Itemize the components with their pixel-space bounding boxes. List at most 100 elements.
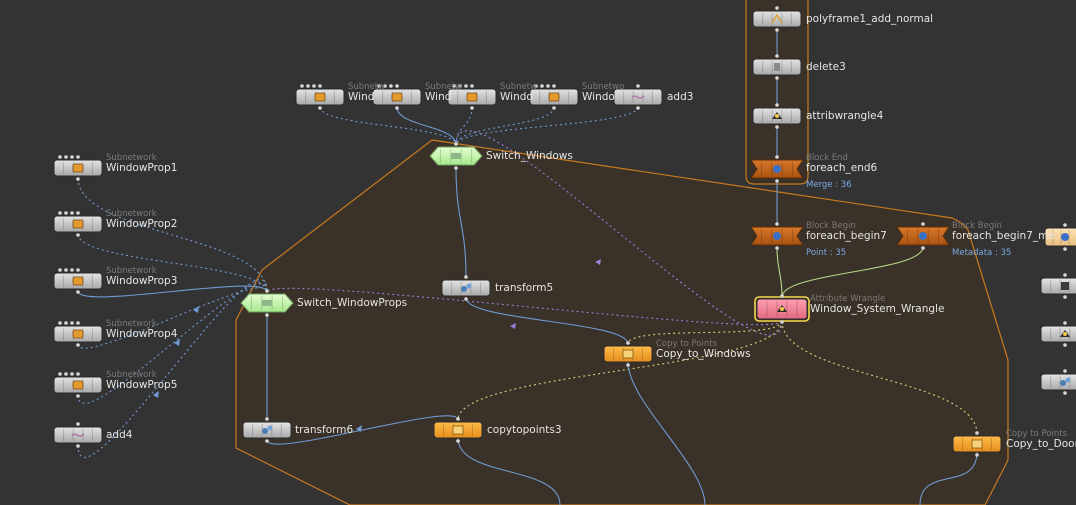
node-Wind_1[interactable] [295, 84, 345, 110]
input-connector[interactable] [70, 211, 74, 215]
input-connector[interactable] [64, 211, 68, 215]
input-connector[interactable] [775, 54, 779, 58]
wire-Wind_2-to-Switch_Windows[interactable] [396, 106, 457, 146]
input-connector[interactable] [780, 294, 784, 298]
node-add4[interactable] [53, 422, 103, 448]
input-connector[interactable] [58, 268, 62, 272]
output-connector[interactable] [636, 106, 640, 110]
output-connector[interactable] [76, 290, 80, 294]
input-connector[interactable] [1063, 369, 1067, 373]
output-connector[interactable] [775, 28, 779, 32]
node-right_4[interactable] [1040, 369, 1076, 395]
output-connector[interactable] [975, 453, 979, 457]
node-WindowProp4[interactable] [53, 321, 103, 347]
node-body-right_4[interactable] [1040, 373, 1076, 391]
node-body-polyframe1_add_normal[interactable] [752, 10, 802, 28]
input-connector[interactable] [775, 155, 779, 159]
input-connector[interactable] [76, 211, 80, 215]
output-connector[interactable] [456, 439, 460, 443]
input-connector[interactable] [76, 268, 80, 272]
input-connector[interactable] [389, 84, 393, 88]
input-connector[interactable] [454, 142, 458, 146]
input-connector[interactable] [552, 84, 556, 88]
input-connector[interactable] [265, 289, 269, 293]
input-connector[interactable] [58, 372, 62, 376]
output-connector[interactable] [775, 76, 779, 80]
input-connector[interactable] [64, 155, 68, 159]
input-connector[interactable] [921, 222, 925, 226]
wire-Wind_3-to-Switch_Windows[interactable] [455, 106, 473, 146]
input-connector[interactable] [540, 84, 544, 88]
input-connector[interactable] [775, 103, 779, 107]
output-connector[interactable] [470, 106, 474, 110]
input-connector[interactable] [456, 417, 460, 421]
input-connector[interactable] [1063, 223, 1067, 227]
input-connector[interactable] [64, 321, 68, 325]
input-connector[interactable] [70, 268, 74, 272]
input-connector[interactable] [1063, 273, 1067, 277]
input-connector[interactable] [70, 372, 74, 376]
input-connector[interactable] [58, 155, 62, 159]
output-connector[interactable] [775, 179, 779, 183]
output-connector[interactable] [780, 320, 784, 324]
node-right_3[interactable] [1040, 321, 1076, 347]
output-connector[interactable] [1063, 295, 1067, 299]
input-connector[interactable] [546, 84, 550, 88]
output-connector[interactable] [775, 246, 779, 250]
input-connector[interactable] [76, 155, 80, 159]
output-connector[interactable] [1063, 343, 1067, 347]
output-connector[interactable] [626, 363, 630, 367]
input-connector[interactable] [76, 321, 80, 325]
input-connector[interactable] [70, 321, 74, 325]
input-connector[interactable] [775, 6, 779, 10]
output-connector[interactable] [552, 106, 556, 110]
input-connector[interactable] [58, 211, 62, 215]
input-connector[interactable] [470, 84, 474, 88]
node-WindowProp1[interactable] [53, 155, 103, 181]
output-connector[interactable] [1063, 247, 1067, 251]
input-connector[interactable] [76, 422, 80, 426]
output-connector[interactable] [464, 297, 468, 301]
node-right_2[interactable] [1040, 273, 1076, 299]
output-connector[interactable] [265, 313, 269, 317]
output-connector[interactable] [318, 106, 322, 110]
output-connector[interactable] [454, 166, 458, 170]
input-connector[interactable] [76, 372, 80, 376]
wire-WindowProp3-to-Switch_WindowProps[interactable] [77, 285, 268, 298]
input-connector[interactable] [300, 84, 304, 88]
input-connector[interactable] [64, 372, 68, 376]
wire-Wind_1-to-Switch_Windows[interactable] [319, 106, 457, 146]
input-connector[interactable] [636, 84, 640, 88]
node-WindowProp3[interactable] [53, 268, 103, 294]
output-connector[interactable] [76, 394, 80, 398]
node-body-right_2[interactable] [1040, 277, 1076, 295]
input-connector[interactable] [464, 275, 468, 279]
input-connector[interactable] [464, 84, 468, 88]
input-connector[interactable] [975, 431, 979, 435]
output-connector[interactable] [1063, 391, 1067, 395]
input-connector[interactable] [395, 84, 399, 88]
node-WindowProp5[interactable] [53, 372, 103, 398]
output-connector[interactable] [76, 444, 80, 448]
wire-add3-to-Switch_Windows[interactable] [455, 106, 639, 146]
input-connector[interactable] [626, 341, 630, 345]
input-connector[interactable] [1063, 321, 1067, 325]
node-Wind_4[interactable] [529, 84, 579, 110]
input-connector[interactable] [312, 84, 316, 88]
input-connector[interactable] [64, 268, 68, 272]
input-connector[interactable] [265, 417, 269, 421]
wire-Wind_4-to-Switch_Windows[interactable] [455, 106, 555, 146]
output-connector[interactable] [921, 246, 925, 250]
node-WindowProp2[interactable] [53, 211, 103, 237]
output-connector[interactable] [76, 233, 80, 237]
input-connector[interactable] [58, 321, 62, 325]
output-connector[interactable] [395, 106, 399, 110]
input-connector[interactable] [70, 155, 74, 159]
node-body-right_3[interactable] [1040, 325, 1076, 343]
input-connector[interactable] [775, 222, 779, 226]
node-Window_System_Wrangle[interactable] [754, 294, 810, 324]
input-connector[interactable] [306, 84, 310, 88]
output-connector[interactable] [265, 439, 269, 443]
output-connector[interactable] [76, 343, 80, 347]
output-connector[interactable] [76, 177, 80, 181]
